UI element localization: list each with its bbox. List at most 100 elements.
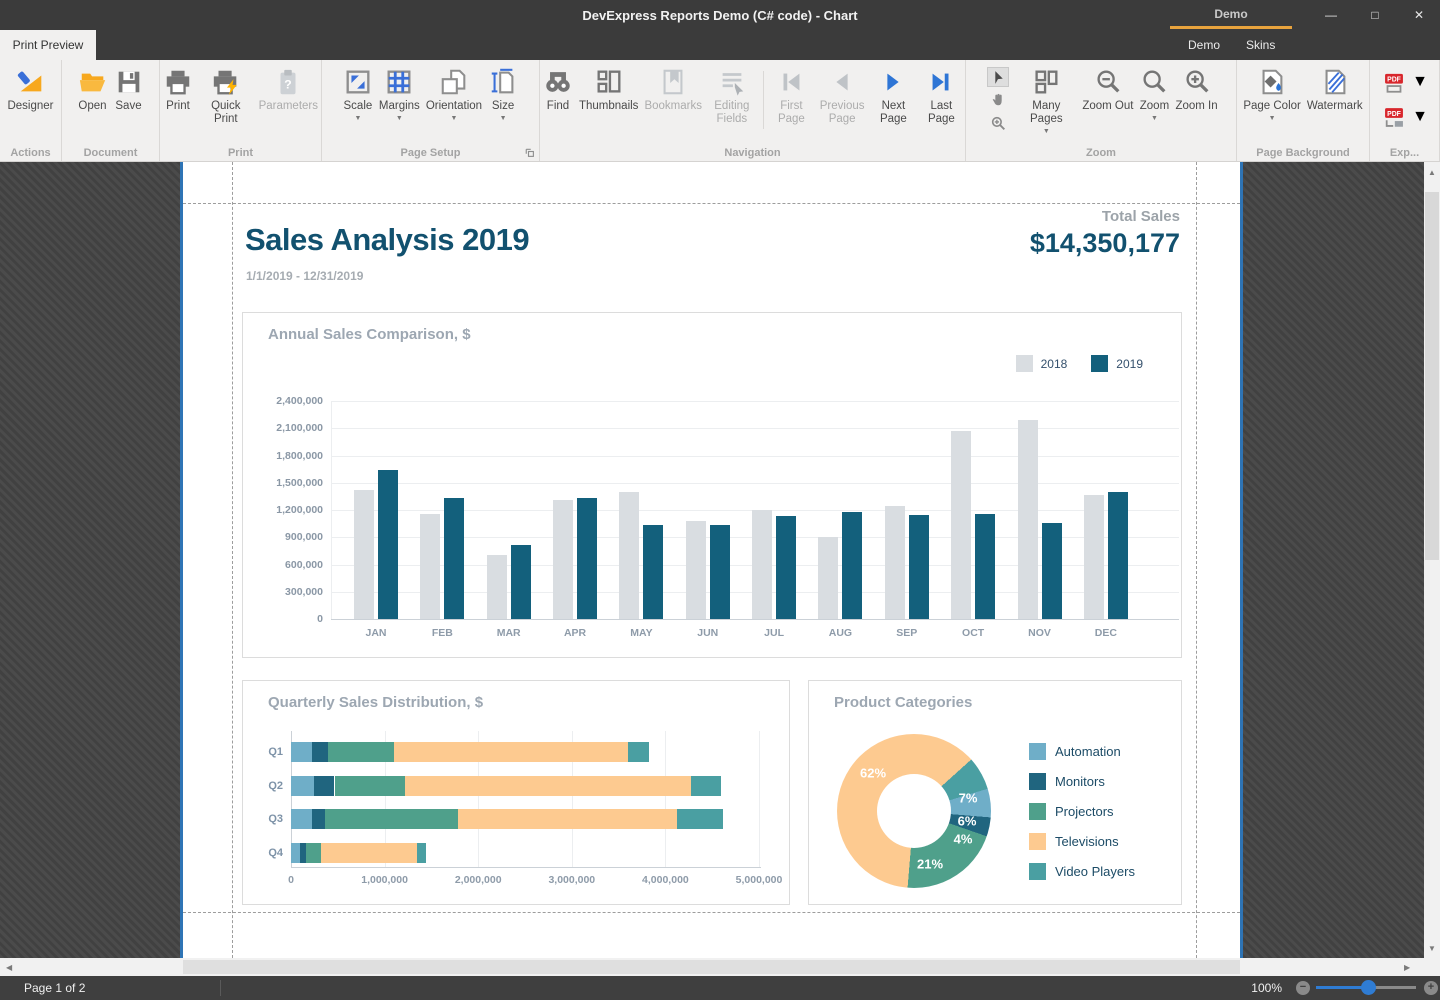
segment-Projectors-Q1 (328, 742, 394, 762)
ribbon-item-margins[interactable]: Margins▼ (376, 65, 423, 124)
slice-percent-label-televisions: 62% (860, 766, 886, 781)
scroll-down-arrow[interactable]: ▼ (1424, 944, 1440, 953)
zoom-tools-column (981, 65, 1013, 133)
x-axis-month-label: MAR (497, 627, 521, 639)
parameters-icon: ? (273, 67, 303, 97)
legend-label: Projectors (1055, 804, 1114, 819)
chevron-down-icon: ▼ (1412, 108, 1428, 126)
zoom-out-button[interactable]: − (1296, 981, 1310, 995)
ribbon-tab-row: Print Preview Demo Skins (0, 30, 1440, 60)
legend-swatch (1029, 773, 1046, 790)
legend-swatch (1029, 833, 1046, 850)
quarterly-chart-title: Quarterly Sales Distribution, $ (268, 694, 483, 711)
donut-hole (877, 774, 951, 848)
margin-guide-bottom (183, 912, 1240, 913)
horizontal-scrollbar[interactable]: ◀ ▶ (0, 958, 1424, 976)
page-color-icon (1257, 67, 1287, 97)
zoom-in-icon (1182, 67, 1212, 97)
ribbon-item-open[interactable]: Open (75, 65, 111, 115)
x-axis-month-label: SEP (896, 627, 917, 639)
ribbon-group-label: Actions (0, 147, 61, 159)
y-axis-tick-label: 2,100,000 (243, 422, 323, 434)
bar-2019-feb (444, 498, 464, 619)
tab-demo[interactable]: Demo (1188, 30, 1220, 60)
ribbon-item-find[interactable]: Find (540, 65, 576, 115)
ribbon-item-watermark[interactable]: Watermark (1304, 65, 1366, 115)
slice-percent-label-monitors: 4% (954, 832, 973, 847)
ribbon-item-save[interactable]: Save (111, 65, 147, 115)
gridline (331, 456, 1179, 457)
legend-swatch (1029, 863, 1046, 880)
demo-ribbon-context-badge: Demo (1170, 0, 1292, 30)
ribbon-item-zoom-in[interactable]: Zoom In (1172, 65, 1220, 115)
minimize-button[interactable]: — (1314, 0, 1348, 30)
bar-2019-aug (842, 512, 862, 619)
horizontal-scrollbar-thumb[interactable] (183, 960, 1240, 974)
zoom-window-icon (990, 115, 1007, 132)
dialog-launcher-icon[interactable] (524, 146, 536, 158)
legend-swatch (1029, 803, 1046, 820)
stacked-bar-Q3 (291, 809, 789, 829)
export-pdf-icon: PDF (1381, 69, 1407, 95)
ribbon-item-label: Margins (379, 100, 420, 113)
ribbon-group-label: Exp... (1370, 147, 1439, 159)
y-axis-quarter-label: Q3 (243, 813, 283, 825)
tab-skins[interactable]: Skins (1246, 30, 1275, 60)
maximize-button[interactable]: □ (1358, 0, 1392, 30)
ribbon-item-zoom-out[interactable]: Zoom Out (1079, 65, 1136, 115)
zoom-slider-thumb[interactable] (1361, 980, 1376, 995)
chevron-down-icon: ▼ (500, 115, 507, 122)
report-title: Sales Analysis 2019 (245, 222, 529, 258)
bar-2018-jul (752, 510, 772, 619)
zoom-window-tool-button[interactable] (987, 113, 1009, 133)
legend-swatch (1091, 355, 1108, 372)
ribbon-item-orientation[interactable]: Orientation▼ (423, 65, 485, 124)
zoom-out-icon (1093, 67, 1123, 97)
ribbon-item-last-page[interactable]: Last Page (918, 65, 965, 128)
stacked-bar-Q4 (291, 843, 789, 863)
ribbon-item-print[interactable]: Print (160, 65, 196, 115)
x-axis-month-label: MAY (630, 627, 652, 639)
ribbon-item-many-pages[interactable]: Many Pages▼ (1013, 65, 1079, 137)
x-axis-tick-label: 0 (288, 874, 294, 886)
ribbon-item-zoom[interactable]: Zoom▼ (1136, 65, 1172, 124)
x-axis-tick-label: 2,000,000 (455, 874, 502, 886)
ribbon-item-size[interactable]: Size▼ (485, 65, 521, 124)
close-button[interactable]: ✕ (1402, 0, 1436, 30)
y-axis-line (331, 401, 332, 619)
ribbon-item-export-pdf[interactable]: PDF▼ (1381, 69, 1428, 95)
ribbon-group-actions: Designer Actions (0, 60, 62, 161)
ribbon-group-page-setup: Scale▼Margins▼Orientation▼Size▼Page Setu… (322, 60, 540, 161)
vertical-scrollbar[interactable]: ▲ ▼ (1424, 162, 1440, 958)
ribbon-item-scale[interactable]: Scale▼ (340, 65, 376, 124)
margin-guide-right (1196, 162, 1197, 958)
ribbon-item-designer[interactable]: Designer (4, 65, 56, 115)
ribbon-item-next-page[interactable]: Next Page (869, 65, 918, 128)
ribbon-item-thumbnails[interactable]: Thumbnails (576, 65, 641, 115)
hand-tool-button[interactable] (987, 90, 1009, 110)
print-icon (163, 67, 193, 97)
last-page-icon (926, 67, 956, 97)
pointer-tool-button[interactable] (987, 67, 1009, 87)
bar-2018-nov (1018, 420, 1038, 619)
watermark-icon (1320, 67, 1350, 97)
scroll-right-arrow[interactable]: ▶ (1404, 963, 1410, 972)
y-axis-tick-label: 600,000 (243, 559, 323, 571)
x-axis-month-label: JUL (764, 627, 784, 639)
margins-icon (384, 67, 414, 97)
next-page-icon (878, 67, 908, 97)
ribbon-item-send-pdf[interactable]: PDF▼ (1381, 104, 1428, 130)
ribbon-item-quick-print[interactable]: Quick Print (196, 65, 256, 128)
chevron-down-icon: ▼ (354, 115, 361, 122)
bar-2019-jul (776, 516, 796, 619)
vertical-scrollbar-thumb[interactable] (1425, 192, 1439, 560)
scroll-up-arrow[interactable]: ▲ (1424, 168, 1440, 177)
x-axis-month-label: APR (564, 627, 586, 639)
zoom-in-button[interactable]: + (1424, 981, 1438, 995)
ribbon-item-page-color[interactable]: Page Color▼ (1240, 65, 1304, 124)
scroll-left-arrow[interactable]: ◀ (6, 963, 12, 972)
segment-Monitors-Q1 (312, 742, 329, 762)
tab-print-preview[interactable]: Print Preview (0, 30, 96, 60)
first-page-icon (776, 67, 806, 97)
total-sales-label: Total Sales (800, 208, 1180, 225)
